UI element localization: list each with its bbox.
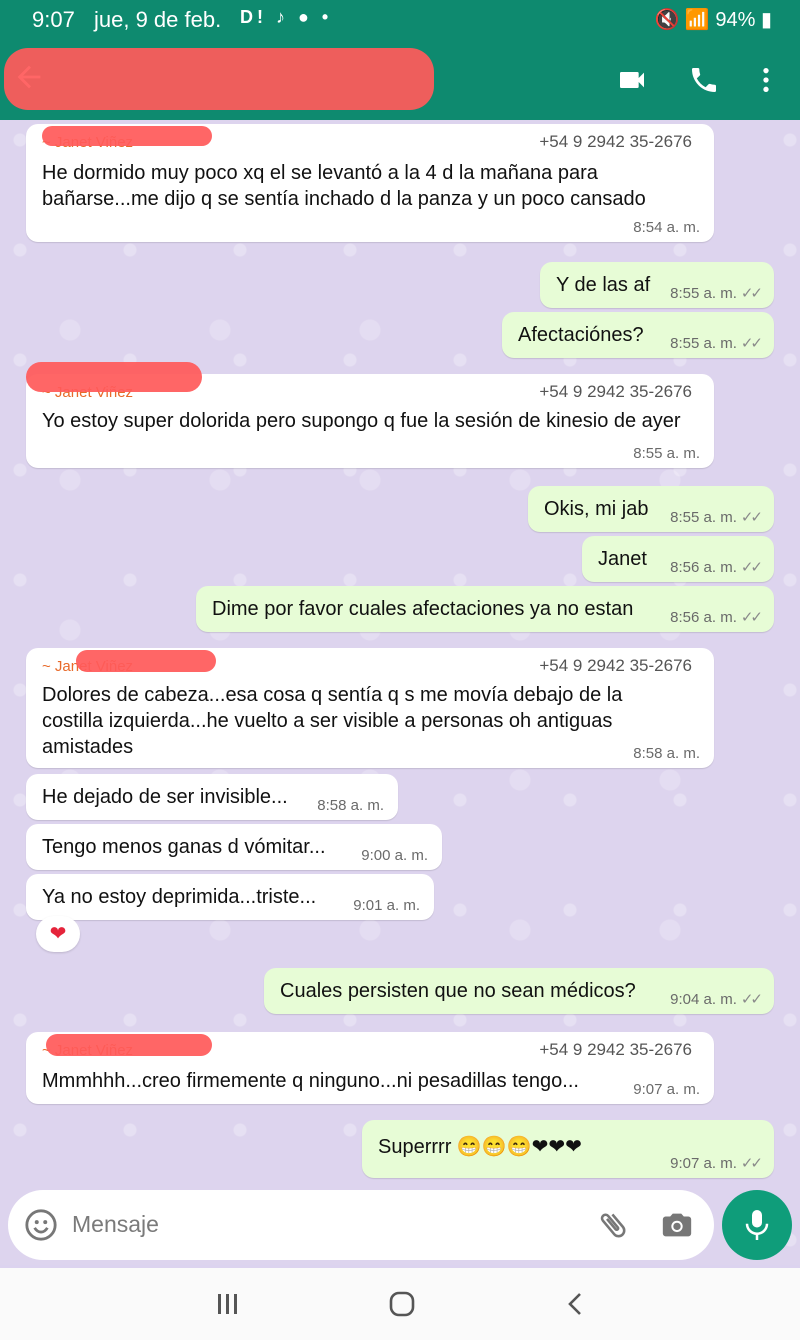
message-composer: Mensaje: [8, 1190, 714, 1260]
message-outgoing[interactable]: Dime por favor cuales afectaciones ya no…: [196, 586, 774, 632]
recents-icon[interactable]: [208, 1288, 248, 1320]
message-text: Cuales persisten que no sean médicos?: [280, 980, 636, 1002]
home-icon[interactable]: [382, 1288, 422, 1320]
message-time: 9:01 a. m.: [353, 897, 420, 914]
message-text: Superrrr 😁😁😁❤❤❤: [378, 1136, 582, 1158]
message-time: 8:55 a. m.: [633, 445, 700, 462]
message-text: He dejado de ser invisible...: [42, 786, 288, 808]
read-receipt-icon: ✓✓: [740, 559, 763, 576]
status-right: 🔇 📶 94% ▮: [654, 7, 772, 32]
message-input[interactable]: Mensaje: [72, 1211, 159, 1238]
camera-icon[interactable]: [660, 1208, 694, 1242]
video-call-icon[interactable]: [616, 64, 648, 96]
message-outgoing[interactable]: Okis, mi jab 8:55 a. m. ✓✓: [528, 486, 774, 532]
sender-phone: +54 9 2942 35-2676: [539, 656, 692, 675]
system-nav-bar: [0, 1268, 800, 1340]
redaction-mark: [42, 126, 212, 146]
read-receipt-icon: ✓✓: [740, 509, 763, 526]
back-nav-icon[interactable]: [556, 1288, 596, 1320]
sender-phone: +54 9 2942 35-2676: [539, 1040, 692, 1059]
message-time: 9:00 a. m.: [361, 847, 428, 864]
heart-reaction-icon[interactable]: ❤: [36, 916, 80, 952]
redaction-mark: [26, 362, 202, 392]
more-vert-icon[interactable]: [750, 64, 782, 96]
message-outgoing[interactable]: Superrrr 😁😁😁❤❤❤ 9:07 a. m. ✓✓: [362, 1120, 774, 1178]
message-incoming[interactable]: ~ Janet Viñez +54 9 2942 35-2676 Mmmhhh.…: [26, 1032, 714, 1104]
message-outgoing[interactable]: Cuales persisten que no sean médicos? 9:…: [264, 968, 774, 1014]
message-incoming[interactable]: ~ Janet Viñez +54 9 2942 35-2676 Dolores…: [26, 648, 714, 768]
message-incoming[interactable]: He dejado de ser invisible... 8:58 a. m.: [26, 774, 398, 820]
message-text: Yo estoy super dolorida pero supongo q f…: [42, 410, 681, 432]
message-time: 8:55 a. m.: [670, 509, 737, 526]
message-text: Janet: [598, 548, 647, 570]
mute-icon: 🔇: [654, 9, 680, 31]
wifi-icon: 📶: [684, 9, 710, 31]
battery-icon: ▮: [760, 9, 772, 31]
message-outgoing[interactable]: Janet 8:56 a. m. ✓✓: [582, 536, 774, 582]
read-receipt-icon: ✓✓: [740, 285, 763, 302]
message-incoming[interactable]: ~ Janet Viñez +54 9 2942 35-2676 Yo esto…: [26, 362, 714, 468]
battery-level: 94%: [715, 9, 756, 31]
message-text: Ya no estoy deprimida...triste...: [42, 886, 317, 908]
notification-icons: D! ♪ ● •: [240, 7, 333, 27]
message-time: 8:56 a. m.: [670, 609, 737, 626]
sender-phone: +54 9 2942 35-2676: [539, 132, 692, 151]
read-receipt-icon: ✓✓: [740, 1155, 763, 1172]
status-date: jue, 9 de feb.: [94, 7, 222, 32]
read-receipt-icon: ✓✓: [740, 335, 763, 352]
attach-icon[interactable]: [596, 1208, 630, 1242]
message-incoming[interactable]: ~ Janet Viñez +54 9 2942 35-2676 He dorm…: [26, 124, 714, 242]
message-text: Dolores de cabeza...esa cosa q sentía q …: [42, 684, 623, 758]
read-receipt-icon: ✓✓: [740, 991, 763, 1008]
message-text: Y de las af: [556, 274, 651, 296]
message-outgoing[interactable]: Y de las af 8:55 a. m. ✓✓: [540, 262, 774, 308]
status-bar: 9:07 jue, 9 de feb. D! ♪ ● • 🔇 📶 94% ▮: [0, 0, 800, 38]
redacted-contact-name[interactable]: [4, 48, 434, 110]
read-receipt-icon: ✓✓: [740, 609, 763, 626]
message-text: Afectaciónes?: [518, 324, 644, 346]
message-text: Mmmhhh...creo firmemente q ninguno...ni …: [42, 1070, 579, 1092]
redaction-mark: [46, 1034, 212, 1056]
chat-area[interactable]: ~ Janet Viñez +54 9 2942 35-2676 He dorm…: [0, 120, 800, 1265]
message-time: 8:56 a. m.: [670, 559, 737, 576]
mic-icon: [745, 1210, 769, 1240]
message-time: 8:54 a. m.: [633, 219, 700, 236]
chat-header: [0, 38, 800, 120]
message-incoming[interactable]: Ya no estoy deprimida...triste... 9:01 a…: [26, 874, 434, 920]
message-time: 8:58 a. m.: [633, 745, 700, 762]
message-text: Dime por favor cuales afectaciones ya no…: [212, 598, 634, 620]
phone-icon[interactable]: [688, 64, 720, 96]
message-incoming[interactable]: Tengo menos ganas d vómitar... 9:00 a. m…: [26, 824, 442, 870]
message-text: He dormido muy poco xq el se levantó a l…: [42, 162, 646, 210]
message-time: 8:58 a. m.: [317, 797, 384, 814]
message-time: 8:55 a. m.: [670, 285, 737, 302]
message-outgoing[interactable]: Afectaciónes? 8:55 a. m. ✓✓: [502, 312, 774, 358]
emoji-icon[interactable]: [24, 1208, 58, 1242]
status-time: 9:07: [32, 7, 75, 32]
message-time: 9:04 a. m.: [670, 991, 737, 1008]
redaction-mark: [76, 650, 216, 672]
mic-button[interactable]: [722, 1190, 792, 1260]
message-time: 9:07 a. m.: [670, 1155, 737, 1172]
sender-phone: +54 9 2942 35-2676: [539, 382, 692, 401]
message-time: 9:07 a. m.: [633, 1081, 700, 1098]
message-time: 8:55 a. m.: [670, 335, 737, 352]
message-text: Tengo menos ganas d vómitar...: [42, 836, 326, 858]
message-text: Okis, mi jab: [544, 498, 649, 520]
